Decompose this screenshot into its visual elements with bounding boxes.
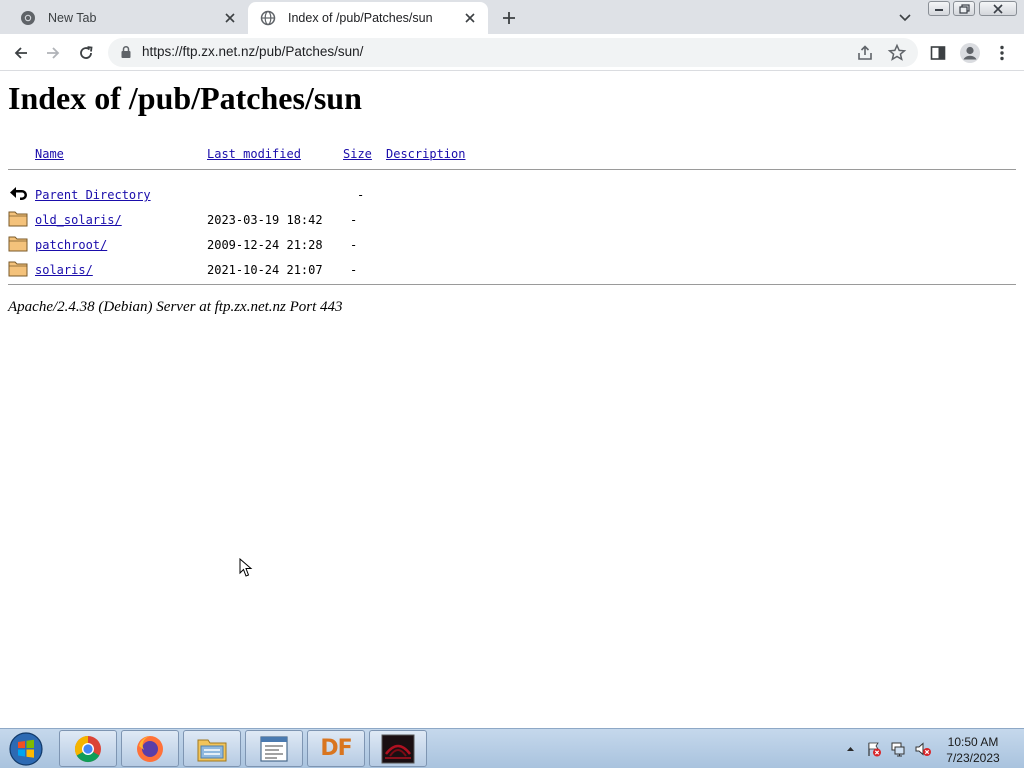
globe-icon (260, 10, 276, 26)
folder-icon (8, 211, 28, 227)
file-size: - (350, 263, 358, 277)
minimize-icon (935, 8, 943, 11)
volume-muted-icon[interactable] (912, 729, 934, 768)
folder-link-patchroot[interactable]: patchroot/ (35, 238, 107, 252)
divider (8, 169, 1016, 170)
column-size-header[interactable]: Size (343, 147, 372, 161)
start-button[interactable] (6, 730, 46, 768)
file-size: - (350, 213, 358, 227)
table-row: old_solaris/ 2023-03-19 18:42 - (0, 211, 1024, 238)
minimize-button[interactable] (928, 1, 950, 16)
clock-date: 7/23/2023 (946, 751, 1000, 765)
folder-link-solaris[interactable]: solaris/ (35, 263, 93, 277)
back-arrow-icon (10, 187, 27, 200)
page-content: Index of /pub/Patches/sun Name Last modi… (0, 72, 1024, 728)
close-tab-icon[interactable] (460, 8, 480, 28)
taskbar-firefox[interactable] (121, 730, 179, 767)
plus-icon (503, 12, 515, 24)
firefox-icon (137, 735, 163, 762)
profile-button[interactable] (957, 40, 983, 66)
table-row: Parent Directory - (0, 187, 1024, 213)
url-text: https://ftp.zx.net.nz/pub/Patches/sun/ (142, 44, 364, 59)
chrome-icon (20, 10, 36, 26)
close-icon (993, 3, 1003, 14)
column-name-header[interactable]: Name (35, 147, 64, 161)
tab-strip: New Tab Index of /pub/Patches/sun (0, 0, 1024, 34)
df-app-label: DF (320, 736, 352, 761)
tab-title: New Tab (48, 11, 97, 25)
reload-icon (80, 46, 93, 59)
page-title: Index of /pub/Patches/sun (8, 80, 362, 116)
browser-toolbar: https://ftp.zx.net.nz/pub/Patches/sun/ (0, 34, 1024, 71)
tab-search-button[interactable] (894, 7, 916, 29)
modified-date: 2023-03-19 18:42 (207, 213, 323, 227)
back-button[interactable] (8, 40, 34, 66)
parent-directory-link[interactable]: Parent Directory (35, 188, 151, 202)
taskbar-file-explorer[interactable] (183, 730, 241, 767)
network-icon[interactable] (888, 729, 908, 768)
taskbar-notepad[interactable] (245, 730, 303, 767)
side-panel-button[interactable] (925, 40, 951, 66)
taskbar-chrome[interactable] (59, 730, 117, 767)
arrow-right-icon (47, 47, 60, 59)
modified-date: 2009-12-24 21:28 (207, 238, 323, 252)
folder-link-old-solaris[interactable]: old_solaris/ (35, 213, 122, 227)
chevron-up-icon (846, 747, 854, 751)
table-row: patchroot/ 2009-12-24 21:28 - (0, 236, 1024, 263)
forward-button[interactable] (40, 40, 66, 66)
modified-date: 2021-10-24 21:07 (207, 263, 323, 277)
mouse-cursor-icon (239, 558, 253, 577)
show-hidden-icons-button[interactable] (843, 729, 857, 768)
address-bar[interactable]: https://ftp.zx.net.nz/pub/Patches/sun/ (108, 38, 918, 67)
chrome-icon (74, 735, 101, 762)
bookmark-star-icon (887, 43, 907, 61)
side-panel-icon (930, 46, 946, 60)
reload-button[interactable] (73, 40, 99, 66)
taskbar-df-app[interactable]: DF (307, 730, 365, 767)
lock-icon (121, 45, 131, 58)
arrow-left-icon (14, 47, 27, 59)
new-tab-button[interactable] (498, 7, 520, 29)
column-description-header[interactable]: Description (386, 147, 465, 161)
share-icon (858, 45, 872, 60)
menu-button[interactable] (989, 40, 1015, 66)
server-signature: Apache/2.4.38 (Debian) Server at ftp.zx.… (8, 299, 343, 315)
restore-button[interactable] (953, 1, 975, 16)
taskbar: DF 10:50 AM 7/23/2023 (0, 728, 1024, 768)
notepad-icon (260, 735, 288, 762)
divider (8, 284, 1016, 285)
action-center-icon[interactable] (864, 729, 884, 768)
chevron-down-icon (899, 14, 911, 22)
tab-title: Index of /pub/Patches/sun (288, 11, 433, 25)
taskbar-app-thumbnail[interactable] (369, 730, 427, 767)
system-clock[interactable]: 10:50 AM 7/23/2023 (940, 734, 1006, 766)
close-tab-icon[interactable] (220, 8, 240, 28)
windows-start-icon (9, 732, 43, 766)
file-size: - (350, 238, 358, 252)
folder-icon (8, 236, 28, 252)
restore-icon (958, 3, 970, 14)
clock-time: 10:50 AM (947, 735, 999, 749)
close-window-button[interactable] (979, 1, 1017, 16)
app-thumbnail-icon (381, 734, 415, 763)
profile-avatar-icon (960, 43, 980, 63)
more-vertical-icon (1000, 45, 1004, 61)
file-size: - (357, 188, 365, 202)
column-last-modified-header[interactable]: Last modified (207, 147, 301, 161)
folder-icon (8, 261, 28, 277)
tab-new-tab[interactable]: New Tab (8, 2, 248, 34)
file-explorer-icon (197, 739, 227, 761)
tab-index-of-pub-patches-sun[interactable]: Index of /pub/Patches/sun (248, 2, 488, 34)
